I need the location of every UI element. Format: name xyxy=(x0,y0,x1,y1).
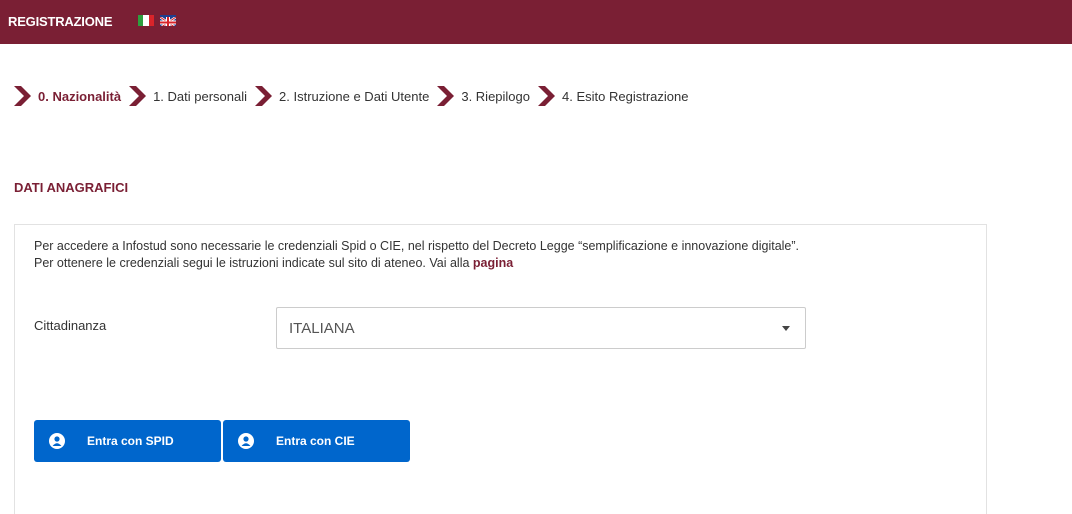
info-line-2-text: Per ottenere le credenziali segui le ist… xyxy=(34,256,470,270)
step-label: 0. Nazionalità xyxy=(38,88,122,104)
spid-login-button[interactable]: Entra con SPID xyxy=(34,420,221,462)
chevron-right-icon xyxy=(538,86,555,106)
page-title: REGISTRAZIONE xyxy=(8,14,113,29)
chevron-right-icon xyxy=(14,86,31,106)
section-title: DATI ANAGRAFICI xyxy=(14,180,129,195)
step-dati-personali: 1. Dati personali xyxy=(127,85,247,107)
chevron-right-icon xyxy=(437,86,455,106)
chevron-right-icon xyxy=(255,86,273,106)
info-line-1: Per accedere a Infostud sono necessarie … xyxy=(34,239,800,253)
cittadinanza-label: Cittadinanza xyxy=(34,318,107,333)
info-text: Per accedere a Infostud sono necessarie … xyxy=(34,238,799,272)
chevron-right-icon xyxy=(129,86,147,106)
user-icon xyxy=(238,433,254,449)
registration-steps: 0. Nazionalità 1. Dati personali 2. Istr… xyxy=(12,84,694,108)
step-riepilogo: 3. Riepilogo xyxy=(435,85,530,107)
uk-flag-icon[interactable] xyxy=(160,15,176,26)
step-esito: 4. Esito Registrazione xyxy=(536,85,688,107)
info-line-2: Per ottenere le credenziali segui le ist… xyxy=(34,255,799,272)
user-icon xyxy=(49,433,65,449)
header-bar: REGISTRAZIONE xyxy=(0,0,1072,44)
registration-panel: Per accedere a Infostud sono necessarie … xyxy=(14,224,987,514)
step-label: 4. Esito Registrazione xyxy=(562,88,689,104)
spid-button-label: Entra con SPID xyxy=(87,434,174,448)
cittadinanza-value: ITALIANA xyxy=(289,320,355,337)
cie-button-label: Entra con CIE xyxy=(276,434,355,448)
step-istruzione: 2. Istruzione e Dati Utente xyxy=(253,85,429,107)
step-nazionalita: 0. Nazionalità xyxy=(12,85,121,107)
step-label: 1. Dati personali xyxy=(153,88,248,104)
caret-down-icon xyxy=(782,326,790,331)
step-label: 3. Riepilogo xyxy=(461,88,530,104)
step-label: 2. Istruzione e Dati Utente xyxy=(279,88,430,104)
cie-login-button[interactable]: Entra con CIE xyxy=(223,420,410,462)
cittadinanza-select[interactable]: ITALIANA xyxy=(276,307,806,349)
pagina-link[interactable]: pagina xyxy=(473,256,513,270)
italian-flag-icon[interactable] xyxy=(138,15,154,26)
